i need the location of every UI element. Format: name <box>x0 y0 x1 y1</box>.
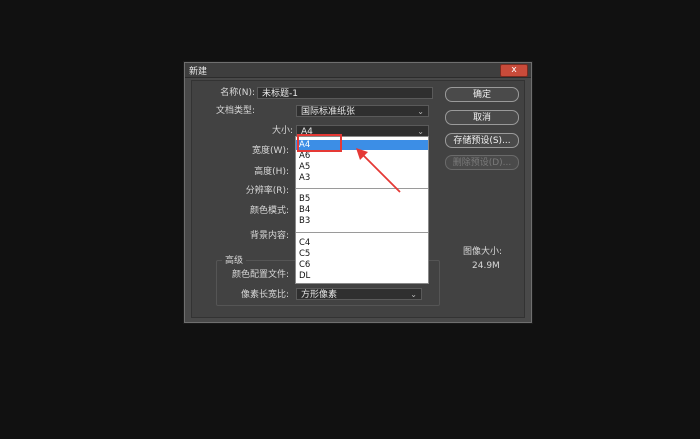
width-label: 宽度(W): <box>252 146 289 156</box>
size-option-b3[interactable]: B3 <box>299 216 425 226</box>
dialog-title: 新建 <box>189 67 208 77</box>
close-button[interactable]: x <box>500 64 528 77</box>
color-mode-label: 颜色模式: <box>249 206 289 216</box>
image-size-value: 24.9M <box>472 261 500 271</box>
dialog-titlebar[interactable]: 新建 x <box>185 63 531 78</box>
name-input[interactable]: 未标题-1 <box>257 87 433 99</box>
background-label: 背景内容: <box>249 231 289 241</box>
size-option-c5[interactable]: C5 <box>299 249 425 259</box>
pixel-aspect-value: 方形像素 <box>301 290 338 300</box>
doc-type-select[interactable]: 国际标准纸张 ⌄ <box>296 105 429 117</box>
resolution-label: 分辨率(R): <box>245 186 289 196</box>
image-size-label: 图像大小: <box>463 247 503 257</box>
delete-preset-button: 删除预设(D)... <box>445 155 519 170</box>
dropdown-divider <box>296 232 428 233</box>
save-preset-button[interactable]: 存储预设(S)... <box>445 133 519 148</box>
size-option-c4[interactable]: C4 <box>299 238 425 248</box>
doc-type-value: 国际标准纸张 <box>301 107 356 117</box>
color-profile-label: 颜色配置文件: <box>231 270 289 280</box>
advanced-label: 高级 <box>222 253 247 266</box>
cancel-button[interactable]: 取消 <box>445 110 519 125</box>
chevron-down-icon: ⌄ <box>417 107 424 116</box>
pixel-aspect-select[interactable]: 方形像素 ⌄ <box>296 288 422 300</box>
pixel-aspect-label: 像素长宽比: <box>240 290 289 300</box>
annotation-arrow-icon <box>356 148 401 193</box>
size-option-c6[interactable]: C6 <box>299 260 425 270</box>
annotation-highlight-box <box>297 134 342 152</box>
doc-type-label: 文档类型: <box>215 106 255 116</box>
ok-button[interactable]: 确定 <box>445 87 519 102</box>
size-option-dl[interactable]: DL <box>299 271 425 281</box>
chevron-down-icon: ⌄ <box>410 290 417 299</box>
size-label: 大小: <box>271 126 293 136</box>
name-label: 名称(N): <box>220 88 255 98</box>
size-option-b4[interactable]: B4 <box>299 205 425 215</box>
height-label: 高度(H): <box>254 167 289 177</box>
